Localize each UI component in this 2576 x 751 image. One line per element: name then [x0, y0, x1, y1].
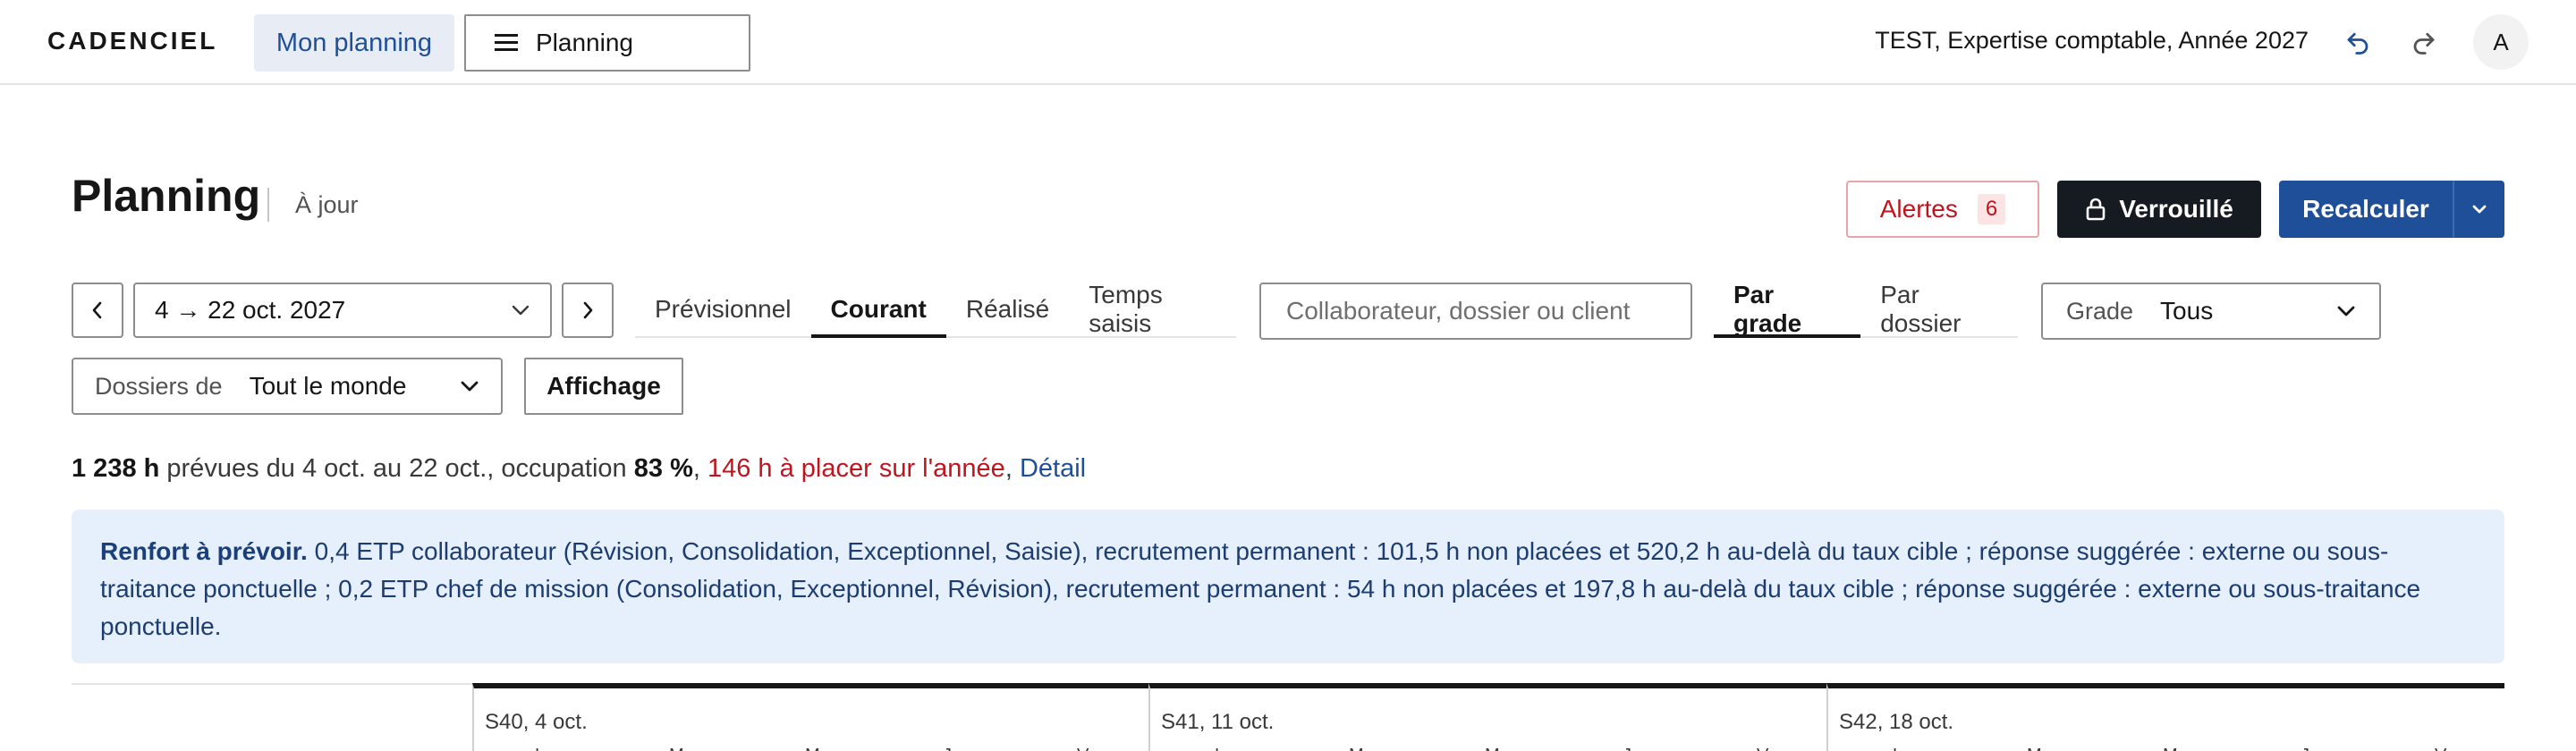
- summary-line: 1 238 h prévues du 4 oct. au 22 oct., oc…: [72, 454, 1086, 484]
- chevron-down-icon: [2472, 205, 2487, 214]
- date-range-value: 4 → 22 oct. 2027: [155, 296, 346, 324]
- chevron-left-icon: [92, 301, 102, 319]
- tab-courant[interactable]: Courant: [810, 283, 947, 338]
- chevron-down-icon: [2337, 306, 2355, 316]
- day-label: M: [669, 746, 684, 751]
- title-divider: [267, 188, 269, 222]
- redo-icon: [2413, 32, 2435, 55]
- day-label: M: [805, 746, 820, 751]
- day-label: M: [1349, 746, 1364, 751]
- brand-logo[interactable]: CADENCIEL: [47, 27, 217, 55]
- locked-label: Verrouillé: [2119, 195, 2233, 223]
- grade-select[interactable]: Grade Tous: [2041, 283, 2381, 340]
- reinforcement-banner: Renfort à prévoir. 0,4 ETP collaborateur…: [72, 510, 2504, 663]
- group-tabs: Par grade Par dossier: [1714, 281, 2018, 338]
- avatar[interactable]: A: [2473, 14, 2529, 70]
- summary-separator: ,: [692, 454, 708, 483]
- day-label: V: [1077, 746, 1089, 751]
- day-label: M: [2027, 746, 2042, 751]
- nav-my-planning[interactable]: Mon planning: [254, 14, 454, 72]
- summary-planned-text: prévues du 4 oct. au 22 oct., occupation: [159, 454, 634, 483]
- tab-realise[interactable]: Réalisé: [946, 283, 1069, 336]
- nav-planning-label: Planning: [536, 29, 633, 56]
- summary-detail-link[interactable]: Détail: [1020, 454, 1086, 483]
- redo-button[interactable]: [2404, 22, 2444, 62]
- undo-button[interactable]: [2338, 22, 2377, 62]
- recalculate-button[interactable]: Recalculer: [2279, 181, 2453, 238]
- hamburger-icon: [495, 34, 518, 52]
- day-label: J: [2301, 746, 2309, 751]
- recalculate-menu-button[interactable]: [2453, 181, 2504, 238]
- nav-planning-menu[interactable]: Planning: [464, 14, 750, 72]
- locked-button[interactable]: Verrouillé: [2057, 181, 2261, 238]
- owner-label: Dossiers de: [95, 372, 223, 400]
- week-label: S42, 18 oct.: [1839, 710, 1954, 734]
- summary-hours: 1 238 h: [72, 454, 160, 483]
- previous-period-button[interactable]: [72, 283, 123, 338]
- day-label: J: [943, 746, 952, 751]
- grade-label: Grade: [2066, 297, 2134, 325]
- context-label: TEST, Expertise comptable, Année 2027: [1875, 27, 2309, 54]
- day-label: M: [2163, 746, 2178, 751]
- tab-par-dossier[interactable]: Par dossier: [1860, 281, 2018, 337]
- chevron-right-icon: [583, 301, 593, 319]
- owner-select[interactable]: Dossiers de Tout le monde: [72, 358, 503, 415]
- summary-to-place: 146 h à placer sur l'année: [707, 454, 1005, 483]
- next-period-button[interactable]: [562, 283, 614, 338]
- day-label: L: [1215, 746, 1224, 751]
- summary-occupation: 83 %: [633, 454, 693, 483]
- tab-previsionnel[interactable]: Prévisionnel: [635, 283, 811, 336]
- week-column: S41, 11 oct. L M M J V: [1148, 683, 1826, 751]
- week-column: S42, 18 oct. L M M J V: [1826, 683, 2504, 751]
- top-bar: CADENCIEL Mon planning Planning TEST, Ex…: [0, 0, 2576, 85]
- undo-icon: [2347, 32, 2368, 55]
- week-label: S41, 11 oct.: [1161, 710, 1275, 734]
- day-label: V: [2435, 746, 2446, 751]
- grade-value: Tous: [2160, 297, 2214, 325]
- day-label: J: [1623, 746, 1631, 751]
- lock-icon: [2086, 198, 2106, 221]
- alerts-button[interactable]: Alertes 6: [1846, 181, 2039, 238]
- day-label: L: [535, 746, 545, 751]
- chevron-down-icon: [512, 305, 530, 316]
- owner-value: Tout le monde: [249, 372, 407, 400]
- view-tabs: Prévisionnel Courant Réalisé Temps saisi…: [635, 281, 1236, 338]
- chevron-down-icon: [461, 381, 479, 392]
- display-options-button[interactable]: Affichage: [524, 358, 683, 415]
- tab-temps-saisis[interactable]: Temps saisis: [1069, 281, 1236, 337]
- week-column: S40, 4 oct. L M M J V: [472, 683, 1148, 751]
- summary-separator: ,: [1004, 454, 1020, 483]
- banner-text: 0,4 ETP collaborateur (Révision, Consoli…: [100, 537, 2421, 640]
- page-title: Planning: [72, 171, 261, 221]
- date-range-select[interactable]: 4 → 22 oct. 2027: [133, 283, 552, 338]
- status-text: À jour: [295, 191, 359, 218]
- search-input[interactable]: Collaborateur, dossier ou client: [1259, 283, 1692, 340]
- alerts-count-badge: 6: [1977, 194, 2006, 224]
- day-label: M: [1485, 746, 1500, 751]
- week-label: S40, 4 oct.: [485, 710, 588, 734]
- alerts-label: Alertes: [1879, 195, 1958, 223]
- day-label: L: [1893, 746, 1902, 751]
- tab-par-grade[interactable]: Par grade: [1714, 281, 1861, 338]
- banner-title: Renfort à prévoir.: [100, 537, 308, 565]
- day-label: V: [1757, 746, 1768, 751]
